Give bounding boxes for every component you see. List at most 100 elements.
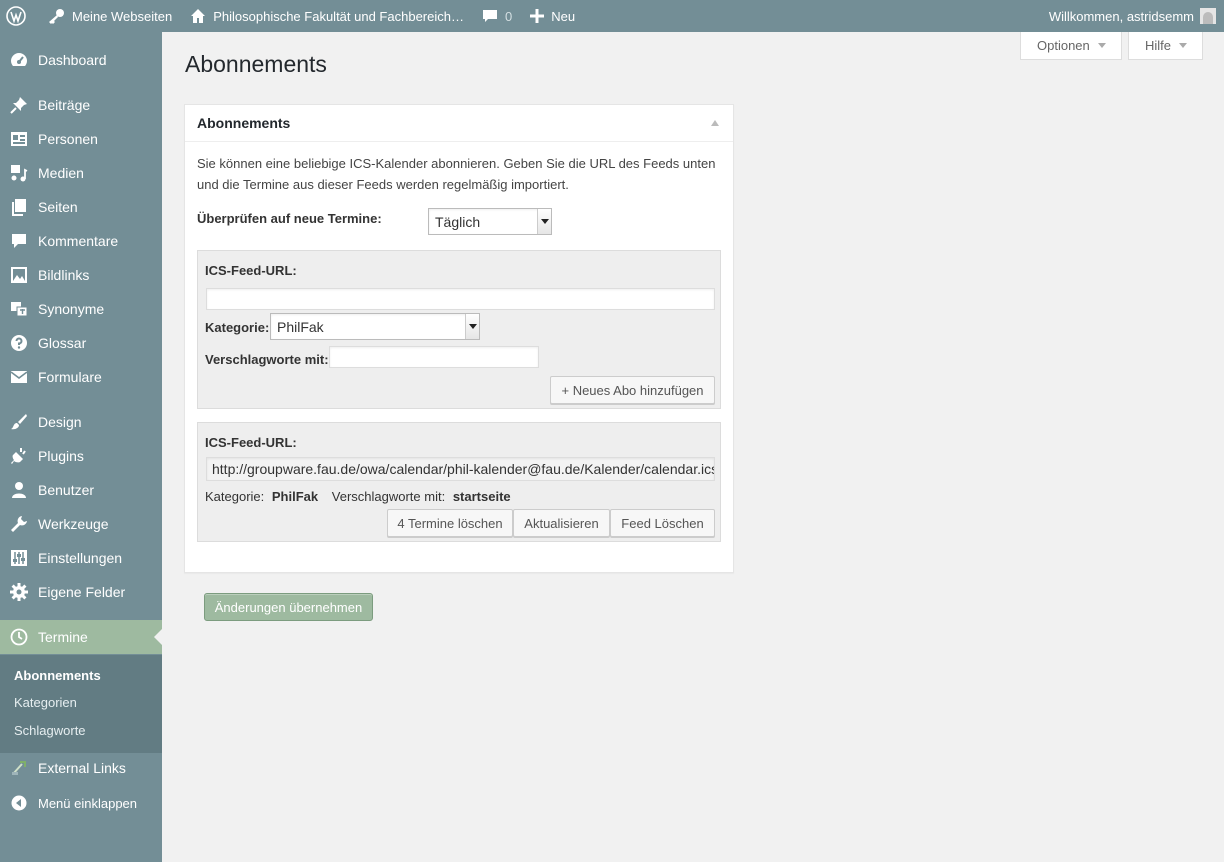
brush-icon [0, 413, 38, 431]
admin-sidebar: Dashboard Beiträge Personen Medien Seite… [0, 32, 162, 862]
new-feed-category-label: Kategorie: [205, 320, 270, 335]
check-interval-label: Überprüfen auf neue Termine: [197, 211, 382, 226]
user-icon [0, 481, 38, 499]
menu-comments[interactable]: Kommentare [0, 224, 162, 258]
menu-dashboard[interactable]: Dashboard [0, 43, 162, 77]
menu-forms[interactable]: Formulare [0, 360, 162, 394]
menu-label: Personen [38, 131, 98, 147]
help-label: Hilfe [1145, 38, 1172, 53]
new-feed-keywords-label: Verschlagworte mit: [205, 352, 329, 367]
avatar [1200, 8, 1216, 24]
menu-glossary[interactable]: Glossar [0, 326, 162, 360]
help-button[interactable]: Hilfe [1128, 32, 1203, 60]
menu-external-links[interactable]: External Links [0, 751, 162, 785]
select-arrow-icon [465, 314, 479, 339]
my-sites-menu[interactable]: Meine Webseiten [38, 0, 181, 32]
key-icon [49, 9, 64, 24]
translation-icon [0, 300, 38, 318]
check-interval-select[interactable]: Täglich [428, 208, 552, 235]
new-feed-panel: ICS-Feed-URL: Kategorie: PhilFak Verschl… [197, 250, 721, 409]
menu-posts[interactable]: Beiträge [0, 88, 162, 122]
id-card-icon [0, 130, 38, 148]
comments-count: 0 [504, 8, 513, 24]
menu-label: Beiträge [38, 97, 91, 113]
menu-label: Medien [38, 165, 84, 181]
collapse-arrow-icon[interactable] [711, 120, 719, 126]
new-feed-url-input[interactable] [206, 288, 715, 310]
menu-label: Synonyme [38, 301, 105, 317]
image-icon [0, 266, 38, 284]
delete-feed-button[interactable]: Feed Löschen [610, 509, 715, 537]
update-feed-button[interactable]: Aktualisieren [513, 509, 610, 537]
existing-feed-category-label: Kategorie: [205, 489, 265, 504]
new-feed-category-value: PhilFak [277, 318, 324, 335]
add-subscription-button[interactable]: + Neues Abo hinzufügen [550, 376, 715, 404]
new-feed-keywords-input[interactable] [329, 346, 539, 368]
external-links-icon [0, 759, 38, 777]
menu-custom-fields[interactable]: Eigene Felder [0, 575, 162, 609]
box-header[interactable]: Abonnements [185, 105, 733, 142]
settings-icon [0, 549, 38, 567]
menu-events[interactable]: Termine [0, 620, 162, 654]
my-sites-label: Meine Webseiten [72, 8, 173, 24]
new-feed-category-select[interactable]: PhilFak [270, 313, 480, 340]
menu-tools[interactable]: Werkzeuge [0, 507, 162, 541]
menu-label: Benutzer [38, 482, 95, 498]
menu-image-links[interactable]: Bildlinks [0, 258, 162, 292]
admin-bar: Meine Webseiten Philosophische Fakultät … [0, 0, 1224, 32]
menu-label: Plugins [38, 448, 84, 464]
menu-pages[interactable]: Seiten [0, 190, 162, 224]
existing-feed-url-label: ICS-Feed-URL: [205, 435, 297, 450]
menu-label: Seiten [38, 199, 78, 215]
menu-label: Glossar [38, 335, 87, 351]
menu-label: Einstellungen [38, 550, 123, 566]
menu-media[interactable]: Medien [0, 156, 162, 190]
submenu-subscriptions[interactable]: Abonnements [14, 668, 101, 683]
page-title: Abonnements [185, 51, 327, 77]
collapse-icon [0, 795, 38, 811]
description-text: Sie können eine beliebige ICS-Kalender a… [197, 156, 716, 192]
wordpress-logo-icon[interactable] [0, 0, 38, 32]
existing-feed-keywords-label: Verschlagworte mit: [331, 489, 446, 504]
collapse-menu-button[interactable]: Menü einklappen [0, 786, 162, 820]
pages-icon [0, 198, 38, 216]
delete-events-button[interactable]: 4 Termine löschen [387, 509, 513, 537]
menu-synonyms[interactable]: Synonyme [0, 292, 162, 326]
submenu-categories[interactable]: Kategorien [14, 695, 77, 710]
menu-label: Bildlinks [38, 267, 90, 283]
menu-persons[interactable]: Personen [0, 122, 162, 156]
menu-plugins[interactable]: Plugins [0, 439, 162, 473]
menu-label: Eigene Felder [38, 584, 126, 600]
menu-label: Menü einklappen [38, 795, 138, 811]
plugin-icon [0, 447, 38, 465]
comments-menu[interactable]: 0 [473, 0, 521, 32]
greeting-label: Willkommen, astridsemm [1048, 8, 1194, 24]
pin-icon [0, 96, 38, 114]
existing-feed-url-field[interactable]: http://groupware.fau.de/owa/calendar/phi… [206, 457, 715, 481]
menu-label: Kommentare [38, 233, 119, 249]
submenu-tags[interactable]: Schlagworte [14, 723, 86, 738]
menu-label: Termine [38, 629, 88, 645]
existing-feed-category-value: PhilFak [271, 489, 319, 504]
plus-icon [530, 9, 545, 23]
save-changes-button[interactable]: Änderungen übernehmen [204, 593, 373, 621]
my-account-menu[interactable]: Willkommen, astridsemm [1040, 0, 1224, 32]
menu-users[interactable]: Benutzer [0, 473, 162, 507]
new-content-menu[interactable]: Neu [521, 0, 584, 32]
chevron-down-icon [1179, 43, 1188, 48]
existing-feed-panel: ICS-Feed-URL: http://groupware.fau.de/ow… [197, 422, 721, 542]
comment-icon [482, 10, 497, 22]
gear-icon [0, 583, 38, 601]
menu-label: External Links [38, 760, 126, 776]
menu-label: Formulare [38, 369, 102, 385]
menu-design[interactable]: Design [0, 405, 162, 439]
comment-icon [0, 232, 38, 250]
site-name-menu[interactable]: Philosophische Fakultät und Fachbereich… [181, 0, 473, 32]
new-feed-url-label: ICS-Feed-URL: [205, 263, 297, 278]
screen-options-button[interactable]: Optionen [1020, 32, 1122, 60]
select-arrow-icon [537, 209, 551, 234]
events-submenu: Abonnements Kategorien Schlagworte [0, 655, 162, 753]
menu-label: Design [38, 414, 82, 430]
menu-settings[interactable]: Einstellungen [0, 541, 162, 575]
screen-options-label: Optionen [1037, 38, 1090, 53]
